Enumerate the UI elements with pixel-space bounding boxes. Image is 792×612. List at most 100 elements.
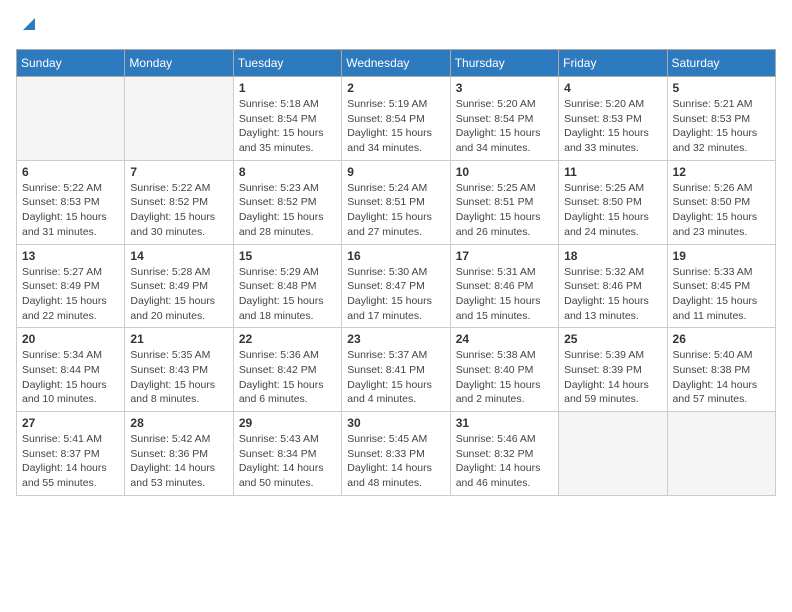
day-number: 23 bbox=[347, 332, 444, 346]
day-number: 27 bbox=[22, 416, 119, 430]
day-number: 10 bbox=[456, 165, 553, 179]
column-header-friday: Friday bbox=[559, 50, 667, 77]
calendar-day-9: 9 Sunrise: 5:24 AM Sunset: 8:51 PM Daylig… bbox=[342, 160, 450, 244]
day-info: Sunrise: 5:45 AM Sunset: 8:33 PM Dayligh… bbox=[347, 432, 444, 491]
calendar-day-2: 2Sunrise: 5:19 AM Sunset: 8:54 PM Daylig… bbox=[342, 77, 450, 161]
day-number: 6 bbox=[22, 165, 119, 179]
day-info: Sunrise: 5:43 AM Sunset: 8:34 PM Dayligh… bbox=[239, 432, 336, 491]
calendar-week-row: 27 Sunrise: 5:41 AM Sunset: 8:37 PM Dayli… bbox=[17, 412, 776, 496]
calendar-header-row: SundayMondayTuesdayWednesdayThursdayFrid… bbox=[17, 50, 776, 77]
column-header-saturday: Saturday bbox=[667, 50, 775, 77]
day-info: Sunrise: 5:33 AM Sunset: 8:45 PM Dayligh… bbox=[673, 265, 770, 324]
day-number: 9 bbox=[347, 165, 444, 179]
calendar-week-row: 13Sunrise: 5:27 AM Sunset: 8:49 PM Dayli… bbox=[17, 244, 776, 328]
calendar-day-24: 24 Sunrise: 5:38 AM Sunset: 8:40 PM Dayli… bbox=[450, 328, 558, 412]
calendar-day-10: 10 Sunrise: 5:25 AM Sunset: 8:51 PM Dayli… bbox=[450, 160, 558, 244]
day-info: Sunrise: 5:21 AM Sunset: 8:53 PM Dayligh… bbox=[673, 97, 770, 156]
day-info: Sunrise: 5:37 AM Sunset: 8:41 PM Dayligh… bbox=[347, 348, 444, 407]
calendar-day-12: 12Sunrise: 5:26 AM Sunset: 8:50 PM Dayli… bbox=[667, 160, 775, 244]
day-info: Sunrise: 5:26 AM Sunset: 8:50 PM Dayligh… bbox=[673, 181, 770, 240]
day-number: 4 bbox=[564, 81, 661, 95]
calendar-day-6: 6 Sunrise: 5:22 AM Sunset: 8:53 PM Daylig… bbox=[17, 160, 125, 244]
day-number: 8 bbox=[239, 165, 336, 179]
calendar-empty-cell bbox=[667, 412, 775, 496]
calendar-day-27: 27 Sunrise: 5:41 AM Sunset: 8:37 PM Dayli… bbox=[17, 412, 125, 496]
calendar-day-11: 11 Sunrise: 5:25 AM Sunset: 8:50 PM Dayli… bbox=[559, 160, 667, 244]
day-info: Sunrise: 5:20 AM Sunset: 8:54 PM Dayligh… bbox=[456, 97, 553, 156]
day-number: 3 bbox=[456, 81, 553, 95]
day-info: Sunrise: 5:32 AM Sunset: 8:46 PM Dayligh… bbox=[564, 265, 661, 324]
calendar-day-7: 7Sunrise: 5:22 AM Sunset: 8:52 PM Daylig… bbox=[125, 160, 233, 244]
calendar-day-4: 4 Sunrise: 5:20 AM Sunset: 8:53 PM Daylig… bbox=[559, 77, 667, 161]
column-header-wednesday: Wednesday bbox=[342, 50, 450, 77]
calendar-day-8: 8Sunrise: 5:23 AM Sunset: 8:52 PM Daylig… bbox=[233, 160, 341, 244]
day-info: Sunrise: 5:42 AM Sunset: 8:36 PM Dayligh… bbox=[130, 432, 227, 491]
day-info: Sunrise: 5:46 AM Sunset: 8:32 PM Dayligh… bbox=[456, 432, 553, 491]
calendar-day-13: 13Sunrise: 5:27 AM Sunset: 8:49 PM Dayli… bbox=[17, 244, 125, 328]
calendar-week-row: 1 Sunrise: 5:18 AM Sunset: 8:54 PM Daylig… bbox=[17, 77, 776, 161]
day-info: Sunrise: 5:25 AM Sunset: 8:51 PM Dayligh… bbox=[456, 181, 553, 240]
calendar-day-20: 20 Sunrise: 5:34 AM Sunset: 8:44 PM Dayli… bbox=[17, 328, 125, 412]
day-number: 11 bbox=[564, 165, 661, 179]
day-number: 2 bbox=[347, 81, 444, 95]
calendar-day-30: 30 Sunrise: 5:45 AM Sunset: 8:33 PM Dayli… bbox=[342, 412, 450, 496]
day-number: 25 bbox=[564, 332, 661, 346]
day-number: 29 bbox=[239, 416, 336, 430]
page-header bbox=[16, 16, 776, 37]
day-info: Sunrise: 5:41 AM Sunset: 8:37 PM Dayligh… bbox=[22, 432, 119, 491]
day-number: 31 bbox=[456, 416, 553, 430]
day-info: Sunrise: 5:20 AM Sunset: 8:53 PM Dayligh… bbox=[564, 97, 661, 156]
calendar-day-28: 28Sunrise: 5:42 AM Sunset: 8:36 PM Dayli… bbox=[125, 412, 233, 496]
calendar-day-19: 19 Sunrise: 5:33 AM Sunset: 8:45 PM Dayli… bbox=[667, 244, 775, 328]
calendar-day-23: 23 Sunrise: 5:37 AM Sunset: 8:41 PM Dayli… bbox=[342, 328, 450, 412]
calendar-week-row: 20 Sunrise: 5:34 AM Sunset: 8:44 PM Dayli… bbox=[17, 328, 776, 412]
day-info: Sunrise: 5:29 AM Sunset: 8:48 PM Dayligh… bbox=[239, 265, 336, 324]
calendar-day-16: 16 Sunrise: 5:30 AM Sunset: 8:47 PM Dayli… bbox=[342, 244, 450, 328]
calendar-day-17: 17Sunrise: 5:31 AM Sunset: 8:46 PM Dayli… bbox=[450, 244, 558, 328]
calendar-day-18: 18Sunrise: 5:32 AM Sunset: 8:46 PM Dayli… bbox=[559, 244, 667, 328]
day-info: Sunrise: 5:39 AM Sunset: 8:39 PM Dayligh… bbox=[564, 348, 661, 407]
day-info: Sunrise: 5:28 AM Sunset: 8:49 PM Dayligh… bbox=[130, 265, 227, 324]
day-info: Sunrise: 5:22 AM Sunset: 8:53 PM Dayligh… bbox=[22, 181, 119, 240]
day-info: Sunrise: 5:40 AM Sunset: 8:38 PM Dayligh… bbox=[673, 348, 770, 407]
day-number: 24 bbox=[456, 332, 553, 346]
calendar-day-26: 26 Sunrise: 5:40 AM Sunset: 8:38 PM Dayli… bbox=[667, 328, 775, 412]
day-number: 20 bbox=[22, 332, 119, 346]
day-info: Sunrise: 5:35 AM Sunset: 8:43 PM Dayligh… bbox=[130, 348, 227, 407]
day-number: 16 bbox=[347, 249, 444, 263]
calendar-empty-cell bbox=[17, 77, 125, 161]
day-number: 1 bbox=[239, 81, 336, 95]
calendar-day-22: 22Sunrise: 5:36 AM Sunset: 8:42 PM Dayli… bbox=[233, 328, 341, 412]
column-header-monday: Monday bbox=[125, 50, 233, 77]
day-info: Sunrise: 5:24 AM Sunset: 8:51 PM Dayligh… bbox=[347, 181, 444, 240]
calendar-table: SundayMondayTuesdayWednesdayThursdayFrid… bbox=[16, 49, 776, 496]
logo-triangle-icon bbox=[19, 16, 35, 37]
calendar-empty-cell bbox=[559, 412, 667, 496]
day-info: Sunrise: 5:25 AM Sunset: 8:50 PM Dayligh… bbox=[564, 181, 661, 240]
calendar-day-29: 29 Sunrise: 5:43 AM Sunset: 8:34 PM Dayli… bbox=[233, 412, 341, 496]
day-number: 15 bbox=[239, 249, 336, 263]
calendar-day-15: 15 Sunrise: 5:29 AM Sunset: 8:48 PM Dayli… bbox=[233, 244, 341, 328]
day-number: 5 bbox=[673, 81, 770, 95]
day-info: Sunrise: 5:38 AM Sunset: 8:40 PM Dayligh… bbox=[456, 348, 553, 407]
column-header-tuesday: Tuesday bbox=[233, 50, 341, 77]
calendar-day-5: 5 Sunrise: 5:21 AM Sunset: 8:53 PM Daylig… bbox=[667, 77, 775, 161]
column-header-sunday: Sunday bbox=[17, 50, 125, 77]
day-info: Sunrise: 5:30 AM Sunset: 8:47 PM Dayligh… bbox=[347, 265, 444, 324]
day-number: 30 bbox=[347, 416, 444, 430]
day-number: 22 bbox=[239, 332, 336, 346]
day-number: 21 bbox=[130, 332, 227, 346]
calendar-empty-cell bbox=[125, 77, 233, 161]
logo bbox=[16, 16, 36, 37]
column-header-thursday: Thursday bbox=[450, 50, 558, 77]
day-info: Sunrise: 5:31 AM Sunset: 8:46 PM Dayligh… bbox=[456, 265, 553, 324]
day-number: 13 bbox=[22, 249, 119, 263]
day-number: 19 bbox=[673, 249, 770, 263]
calendar-day-14: 14Sunrise: 5:28 AM Sunset: 8:49 PM Dayli… bbox=[125, 244, 233, 328]
day-number: 26 bbox=[673, 332, 770, 346]
day-info: Sunrise: 5:34 AM Sunset: 8:44 PM Dayligh… bbox=[22, 348, 119, 407]
calendar-day-31: 31 Sunrise: 5:46 AM Sunset: 8:32 PM Dayli… bbox=[450, 412, 558, 496]
day-info: Sunrise: 5:18 AM Sunset: 8:54 PM Dayligh… bbox=[239, 97, 336, 156]
day-info: Sunrise: 5:22 AM Sunset: 8:52 PM Dayligh… bbox=[130, 181, 227, 240]
calendar-day-3: 3 Sunrise: 5:20 AM Sunset: 8:54 PM Daylig… bbox=[450, 77, 558, 161]
